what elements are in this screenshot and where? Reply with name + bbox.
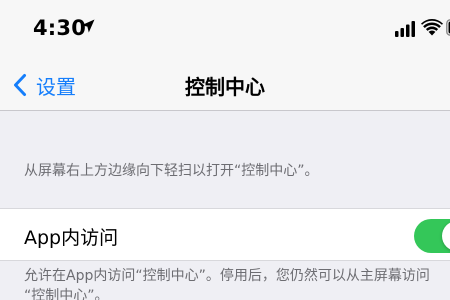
screen: 4:30 设置 控制中心 从屏幕右上方边缘向下轻扫以打开“控制中心”。 App内… [0, 0, 450, 300]
status-time: 4:30 [33, 16, 87, 40]
section-description: 从屏幕右上方边缘向下轻扫以打开“控制中心”。 [24, 163, 319, 179]
access-within-apps-label: App内访问 [24, 227, 119, 249]
access-within-apps-toggle[interactable] [414, 219, 450, 253]
access-within-apps-row[interactable]: App内访问 [0, 208, 450, 261]
toggle-knob [442, 221, 450, 251]
top-bar: 4:30 设置 控制中心 [0, 0, 450, 111]
cellular-signal-icon [395, 21, 415, 37]
location-arrow-icon [81, 19, 95, 33]
wifi-icon [421, 19, 443, 36]
page-title: 控制中心 [185, 75, 265, 99]
battery-icon [446, 19, 450, 36]
access-within-apps-footer: 允许在App内访问“控制中心”。停用后，您仍然可以从主屏幕访问 “控制中心”。 [24, 268, 430, 300]
